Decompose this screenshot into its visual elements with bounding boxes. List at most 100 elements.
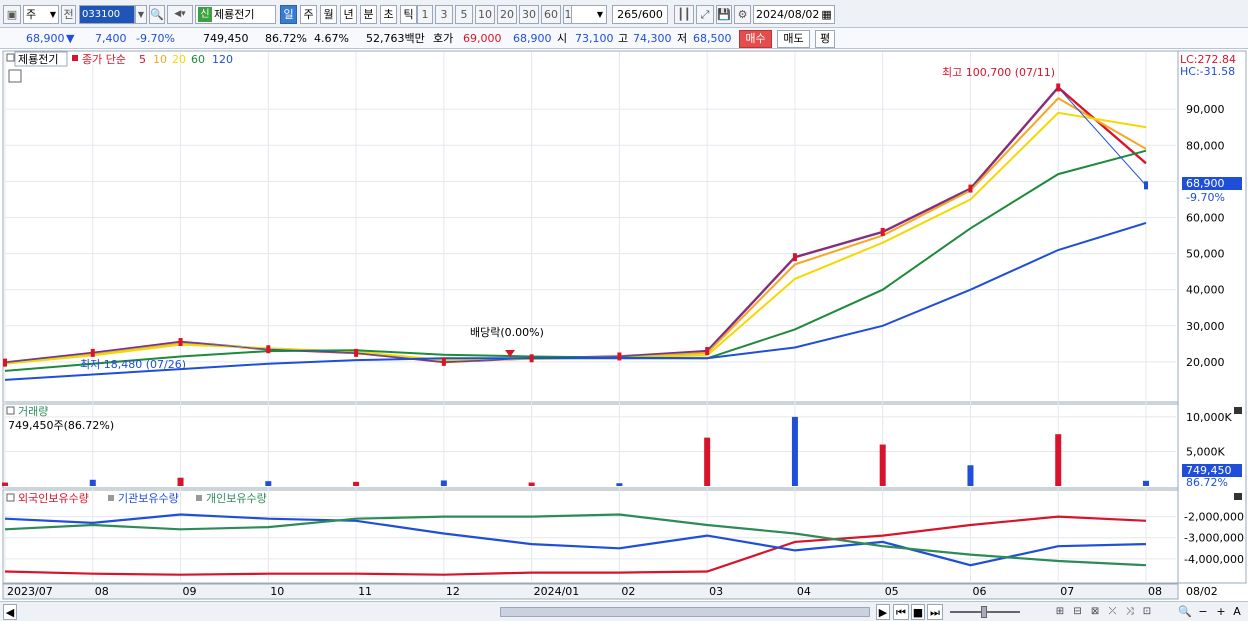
current-price: 68,900 (26, 32, 65, 45)
draw-tool-icon[interactable]: ⤢ (696, 5, 714, 24)
table-icon[interactable] (8, 69, 22, 83)
price-candle (1144, 181, 1148, 190)
stop-button[interactable]: ■ (911, 604, 925, 620)
volume-bar (353, 481, 360, 486)
price-panel (2, 50, 1179, 403)
search-icon[interactable]: 🔍 (149, 5, 165, 24)
x-axis-label: 04 (797, 585, 811, 598)
speaker-icon[interactable]: ◀▾ (167, 5, 193, 24)
scroll-bar[interactable]: ◀ ▶ ⏮ ■ ⏭ ⊞ ⊟ ⊠ ⤫ ⤨ ⊡ 🔍 − + A (0, 601, 1248, 621)
legend-ma-20: 20 (172, 53, 186, 66)
period-button-5[interactable]: 초 (380, 5, 397, 24)
price-chart[interactable]: 90,00080,00070,00060,00050,00040,00030,0… (0, 50, 1248, 600)
gear-icon[interactable]: ⚙ (734, 5, 751, 24)
scroll-thumb[interactable] (500, 607, 870, 617)
count-max: /600 (638, 8, 663, 21)
legend-marker (6, 53, 15, 62)
price-candle (178, 338, 183, 347)
code-dropdown-icon[interactable]: ▼ (135, 5, 147, 24)
stock-name: 제룡전기 (214, 8, 255, 21)
stock-type-select[interactable]: 주 ▼ (23, 5, 59, 24)
first-button[interactable]: ⏮ (893, 604, 909, 620)
interval-button-1[interactable]: 3 (435, 5, 453, 24)
period-button-0[interactable]: 일 (280, 5, 297, 24)
candle-type-icon[interactable]: ┃┃ (674, 5, 694, 24)
legend-indiv-marker (196, 495, 202, 501)
high-label: 고 (618, 32, 629, 45)
zoom-in-button[interactable]: + (1214, 604, 1228, 620)
interval-button-0[interactable]: 1 (417, 5, 433, 24)
new-badge: 신 (198, 7, 212, 22)
volume-bar (967, 465, 974, 486)
trade-amount: 52,763백만 (366, 32, 425, 45)
code-input[interactable]: 033100 (79, 5, 135, 24)
price-candle (266, 345, 271, 354)
interval-button-2[interactable]: 5 (455, 5, 473, 24)
zoom-slider-handle[interactable] (981, 606, 987, 618)
period-button-4[interactable]: 분 (360, 5, 377, 24)
change-value: 7,400 (95, 32, 127, 45)
chart-menu-icon[interactable]: ▣ (3, 5, 21, 24)
volume-bar (265, 481, 272, 486)
x-axis-label: 09 (183, 585, 197, 598)
open-label: 시 (557, 32, 568, 45)
price-candle (1056, 83, 1061, 92)
open-price: 73,100 (575, 32, 614, 45)
volume-value: 749,450 (203, 32, 249, 45)
buy-button[interactable]: 매수 (739, 30, 772, 48)
legend-institution: 기관보유수량 (118, 492, 179, 505)
interval-button-5[interactable]: 30 (519, 5, 539, 24)
count-value: 265 (617, 8, 639, 21)
volume-bar (616, 483, 623, 486)
date-field[interactable]: 2024/08/02 ▦ (753, 5, 835, 24)
price-candle (705, 347, 710, 356)
volume-bar (177, 477, 184, 486)
last-button[interactable]: ⏭ (927, 604, 943, 620)
period-button-1[interactable]: 주 (300, 5, 317, 24)
evaluate-button[interactable]: 평 (815, 30, 835, 48)
stock-name-field[interactable]: 신 제룡전기 (195, 5, 276, 24)
hc-label: HC:-31.58 (1180, 65, 1235, 78)
volume-ratio: 86.72% (265, 32, 307, 45)
interval-select[interactable]: ▼ (571, 5, 607, 24)
interval-button-4[interactable]: 20 (497, 5, 517, 24)
interval-button-6[interactable]: 60 (541, 5, 561, 24)
auto-scale-button[interactable]: A (1230, 604, 1244, 620)
price-candle (3, 358, 7, 367)
x-axis-label: 03 (709, 585, 723, 598)
chart-area[interactable]: 90,00080,00070,00060,00050,00040,00030,0… (0, 50, 1248, 600)
zoom-out-button[interactable]: − (1196, 604, 1210, 620)
save-icon[interactable]: 💾 (716, 5, 732, 24)
x-axis-label: 12 (446, 585, 460, 598)
legend-ma-label: 종가 단순 (82, 53, 126, 66)
low-price: 68,500 (693, 32, 732, 45)
price-y-tick: 90,000 (1186, 103, 1225, 116)
close-icon[interactable] (1234, 407, 1242, 414)
period-button-6[interactable]: 틱 (400, 5, 417, 24)
price-candle (90, 348, 95, 357)
drawing-tools-icon[interactable]: ⊞ ⊟ ⊠ ⤫ ⤨ ⊡ (1035, 604, 1175, 620)
period-button-3[interactable]: 년 (340, 5, 357, 24)
x-axis-label: 08 (95, 585, 109, 598)
price-y-tick: 30,000 (1186, 320, 1225, 333)
x-axis-label: 08 (1148, 585, 1162, 598)
low-annotation: 최저 18,480 (07/26) (80, 358, 186, 371)
legend-ma-60: 60 (191, 53, 205, 66)
volume-value-label: 749,450주(86.72%) (8, 419, 114, 432)
interval-button-3[interactable]: 10 (475, 5, 495, 24)
legend-ma-marker (72, 55, 78, 61)
close-icon[interactable] (1234, 493, 1242, 500)
play-button[interactable]: ▶ (876, 604, 890, 620)
prev-button[interactable]: 전 (61, 5, 76, 24)
legend-individual: 개인보유수량 (206, 492, 267, 505)
toolbar: ▣ 주 ▼ 전 033100 ▼ 🔍 ◀▾ 신 제룡전기 일주월년분초틱 1351… (0, 0, 1248, 28)
zoom-search-icon[interactable]: 🔍 (1178, 604, 1192, 620)
count-field[interactable]: 265/600 (612, 5, 668, 24)
volume-bar (440, 480, 447, 486)
change-arrow-icon: ▼ (66, 32, 75, 45)
price-candle (880, 227, 885, 236)
sell-button[interactable]: 매도 (777, 30, 810, 48)
stock-type-label: 주 (26, 8, 37, 21)
period-button-2[interactable]: 월 (320, 5, 337, 24)
scroll-left-button[interactable]: ◀ (3, 604, 17, 620)
